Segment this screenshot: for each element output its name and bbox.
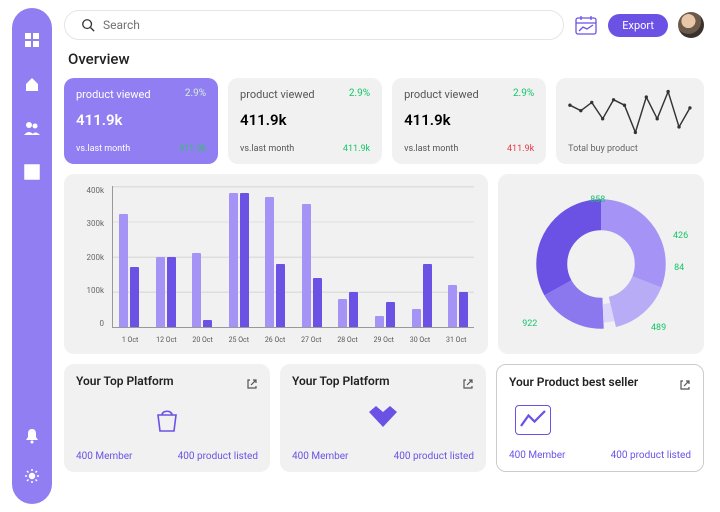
bar-plot xyxy=(112,186,474,328)
heart-icon xyxy=(368,405,398,435)
y-axis: 400k300k200k100k0 xyxy=(72,186,108,328)
page-title: Overview xyxy=(64,50,704,68)
x-axis: 1 Oct12 Oct20 Oct25 Oct26 Oct27 Oct28 Oc… xyxy=(112,336,474,344)
donut-chart xyxy=(536,199,666,329)
external-link-icon[interactable] xyxy=(246,375,258,387)
bell-icon[interactable] xyxy=(24,428,40,448)
gear-icon[interactable] xyxy=(24,468,40,488)
bag-icon xyxy=(152,405,182,435)
external-link-icon[interactable] xyxy=(679,376,691,388)
calendar-analytics-icon[interactable] xyxy=(574,14,598,36)
stat-card: product viewed2.9% 411.9k vs.last month4… xyxy=(64,78,218,164)
external-link-icon[interactable] xyxy=(462,375,474,387)
chart-icon[interactable] xyxy=(24,164,40,184)
best-seller-card: Your Product best seller 400 Member 400 … xyxy=(496,364,704,472)
sparkline-icon xyxy=(568,88,692,136)
platform-card: Your Top Platform 400 Member 400 product… xyxy=(280,364,486,472)
home-icon[interactable] xyxy=(24,76,40,96)
grid-icon[interactable] xyxy=(24,32,40,52)
users-icon[interactable] xyxy=(24,120,40,140)
search-placeholder: Search xyxy=(103,18,140,32)
export-button[interactable]: Export xyxy=(608,14,668,37)
topbar: Search Export xyxy=(64,10,704,40)
platform-card: Your Top Platform 400 Member 400 product… xyxy=(64,364,270,472)
sparkline-card: Total buy product xyxy=(556,78,704,164)
bar-chart-card: 400k300k200k100k0 1 Oct12 Oct20 Oct25 Oc… xyxy=(64,174,488,354)
avatar[interactable] xyxy=(678,12,704,38)
stat-card: product viewed2.9% 411.9k vs.last month4… xyxy=(392,78,546,164)
pie-chart-card: 858 426 84 489 922 xyxy=(498,174,704,354)
stats-row: product viewed2.9% 411.9k vs.last month4… xyxy=(64,78,704,164)
sidebar xyxy=(12,8,52,504)
stat-card: product viewed2.9% 411.9k vs.last month4… xyxy=(228,78,382,164)
search-input[interactable]: Search xyxy=(64,10,564,40)
trend-box-icon xyxy=(515,405,551,435)
